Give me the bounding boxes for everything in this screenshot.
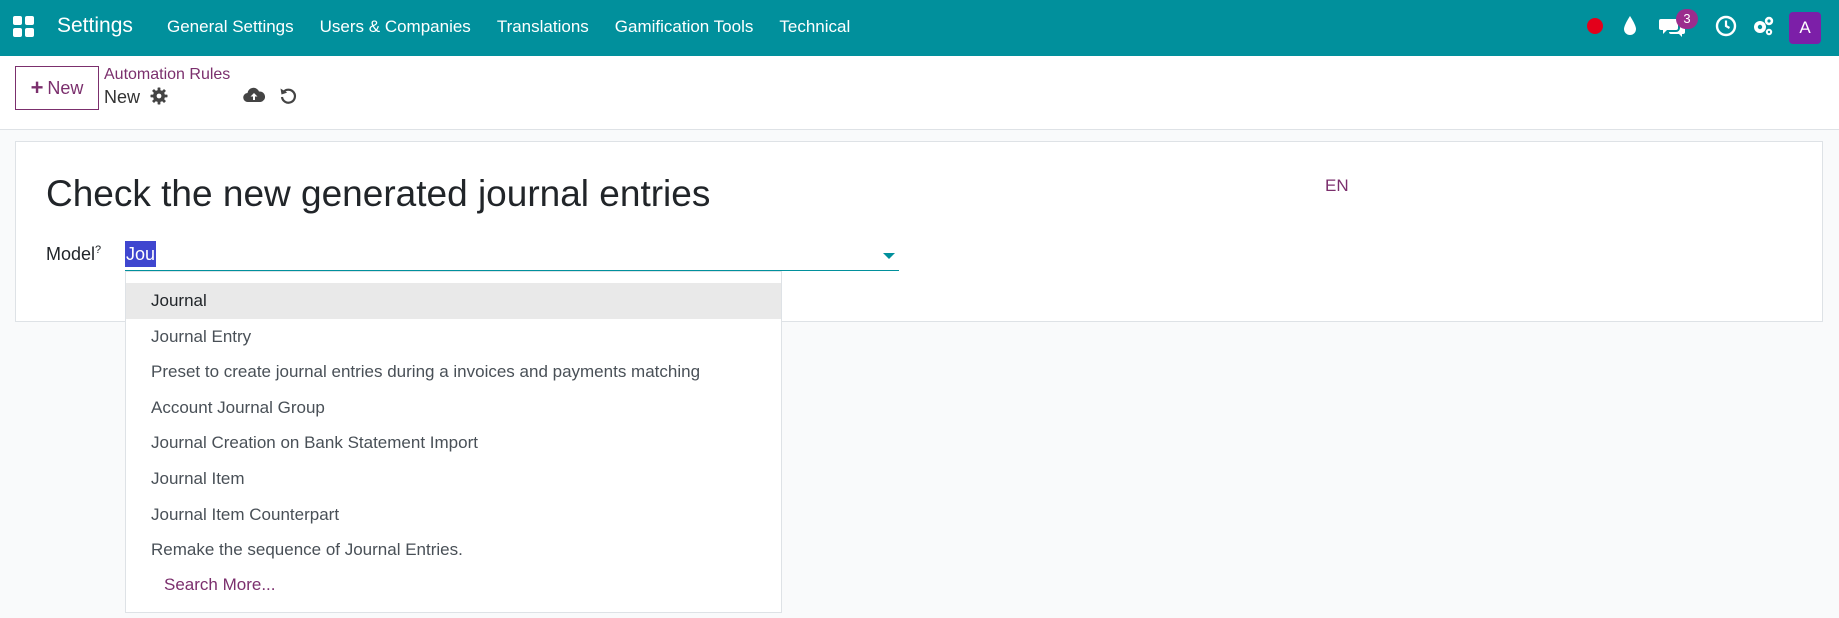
dropdown-option[interactable]: Remake the sequence of Journal Entries. (126, 532, 781, 568)
breadcrumb-automation-rules[interactable]: Automation Rules (104, 66, 230, 84)
discard-undo-icon[interactable] (279, 86, 298, 105)
dropdown-option[interactable]: Journal Entry (126, 319, 781, 355)
cogs-icon[interactable] (1751, 14, 1775, 38)
model-help-tooltip[interactable]: ? (95, 244, 101, 256)
dropdown-option[interactable]: Account Journal Group (126, 390, 781, 426)
gear-icon[interactable] (150, 87, 168, 105)
record-indicator-icon[interactable] (1587, 18, 1603, 34)
breadcrumb-current: New (104, 87, 141, 107)
chat-count-badge: 3 (1676, 9, 1698, 29)
language-selector[interactable]: EN (1325, 176, 1349, 196)
dropdown-option[interactable]: Journal Item (126, 461, 781, 497)
menu-users-companies[interactable]: Users & Companies (320, 17, 471, 37)
dropdown-option[interactable]: Journal (126, 283, 781, 319)
app-brand[interactable]: Settings (57, 14, 133, 38)
dropdown-option[interactable]: Preset to create journal entries during … (126, 354, 781, 390)
model-autocomplete-dropdown: Journal Journal Entry Preset to create j… (125, 271, 782, 613)
new-button-label: New (47, 77, 84, 98)
new-button[interactable]: + New (15, 66, 99, 110)
main-menu: General Settings Users & Companies Trans… (167, 17, 876, 37)
menu-technical[interactable]: Technical (779, 17, 850, 37)
menu-translations[interactable]: Translations (497, 17, 589, 37)
rule-name-title[interactable]: Check the new generated journal entries (46, 173, 710, 215)
plus-icon: + (30, 75, 44, 100)
model-field-label: Model? (46, 244, 101, 265)
model-label-text: Model (46, 244, 96, 264)
apps-menu-icon[interactable] (13, 16, 35, 37)
model-field[interactable]: Jou (125, 240, 899, 271)
cloud-upload-icon[interactable] (243, 86, 265, 104)
model-input[interactable]: Jou (125, 241, 157, 267)
control-panel: + New Automation Rules New (0, 56, 1839, 130)
top-navbar: Settings General Settings Users & Compan… (0, 0, 1839, 56)
user-avatar[interactable]: A (1789, 12, 1821, 44)
drop-icon[interactable] (1621, 14, 1639, 38)
caret-down-icon[interactable] (883, 253, 895, 259)
menu-general-settings[interactable]: General Settings (167, 17, 294, 37)
menu-gamification-tools[interactable]: Gamification Tools (615, 17, 754, 37)
clock-icon[interactable] (1715, 15, 1737, 37)
dropdown-option[interactable]: Journal Creation on Bank Statement Impor… (126, 425, 781, 461)
search-more-link[interactable]: Search More... (164, 575, 276, 595)
dropdown-option[interactable]: Journal Item Counterpart (126, 497, 781, 533)
